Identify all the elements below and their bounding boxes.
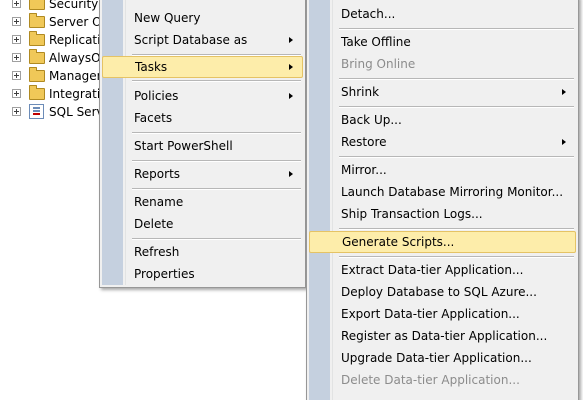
expand-plus-icon[interactable] (12, 35, 21, 44)
tree-node-label: Security (49, 0, 99, 11)
menu-separator (339, 78, 574, 80)
menu-item-tasks[interactable]: Tasks (102, 56, 303, 78)
menu-item-label: Refresh (134, 245, 180, 259)
menu-item-label: Ship Transaction Logs... (341, 207, 483, 221)
menu-item-launch-mirroring-monitor[interactable]: Launch Database Mirroring Monitor... (309, 181, 576, 203)
menu-item-label: Reports (134, 167, 181, 181)
menu-item-label: Generate Scripts... (342, 235, 455, 249)
folder-icon (29, 31, 45, 46)
menu-item-detach[interactable]: Detach... (309, 3, 576, 25)
menu-item-register-data-tier[interactable]: Register as Data-tier Application... (309, 325, 576, 347)
menu-item-label: Delete (134, 217, 174, 231)
menu-item-label: Deploy Database to SQL Azure... (341, 285, 537, 299)
menu-item-label: Export Data-tier Application... (341, 307, 520, 321)
sql-agent-icon (29, 104, 44, 119)
menu-item-rename[interactable]: Rename (102, 191, 303, 213)
expand-plus-icon[interactable] (12, 0, 21, 8)
menu-item-label: Rename (134, 195, 184, 209)
expand-plus-icon[interactable] (12, 107, 21, 116)
menu-item-delete-data-tier: Delete Data-tier Application... (309, 369, 576, 391)
folder-icon (29, 85, 45, 100)
menu-separator (339, 256, 574, 258)
menu-separator (132, 132, 301, 134)
menu-item-extract-data-tier[interactable]: Extract Data-tier Application... (309, 259, 576, 281)
menu-separator (132, 188, 301, 190)
menu-item-label: New Query (134, 11, 201, 25)
menu-item-label: Policies (134, 89, 179, 103)
expand-plus-icon[interactable] (12, 89, 21, 98)
menu-item-label: Shrink (341, 85, 380, 99)
menu-separator (339, 228, 574, 230)
folder-icon (29, 67, 45, 82)
menu-separator (339, 28, 574, 30)
menu-item-label: Properties (134, 267, 195, 281)
menu-item-start-powershell[interactable]: Start PowerShell (102, 135, 303, 157)
menu-item-policies[interactable]: Policies (102, 85, 303, 107)
menu-item-bring-online: Bring Online (309, 53, 576, 75)
menu-item-delete[interactable]: Delete (102, 213, 303, 235)
ssms-window: Security Server Ob Replicatio AlwaysOr M… (0, 0, 583, 400)
menu-separator (132, 80, 301, 82)
menu-item-label: Restore (341, 135, 387, 149)
menu-item-label: Bring Online (341, 57, 416, 71)
menu-item-label: Take Offline (341, 35, 411, 49)
database-context-menu: New Query Script Database as Tasks Polic… (99, 0, 306, 288)
menu-item-take-offline[interactable]: Take Offline (309, 31, 576, 53)
submenu-arrow-icon (562, 139, 566, 145)
menu-item-facets[interactable]: Facets (102, 107, 303, 129)
menu-item-label: Start PowerShell (134, 139, 233, 153)
menu-item-label: Delete Data-tier Application... (341, 373, 520, 387)
menu-item-properties[interactable]: Properties (102, 263, 303, 285)
submenu-arrow-icon (289, 93, 293, 99)
menu-item-mirror[interactable]: Mirror... (309, 159, 576, 181)
submenu-arrow-icon (562, 89, 566, 95)
folder-icon (29, 49, 45, 64)
menu-separator (132, 160, 301, 162)
menu-item-label: Facets (134, 111, 173, 125)
menu-item-label: Upgrade Data-tier Application... (341, 351, 532, 365)
menu-item-deploy-sql-azure[interactable]: Deploy Database to SQL Azure... (309, 281, 576, 303)
menu-separator (132, 238, 301, 240)
menu-item-label: Register as Data-tier Application... (341, 329, 548, 343)
menu-separator (339, 156, 574, 158)
folder-icon (29, 0, 45, 10)
menu-separator (339, 106, 574, 108)
menu-item-restore[interactable]: Restore (309, 131, 576, 153)
submenu-arrow-icon (289, 64, 293, 70)
menu-item-label: Back Up... (341, 113, 402, 127)
menu-item-label: Launch Database Mirroring Monitor... (341, 185, 564, 199)
menu-item-label: Mirror... (341, 163, 387, 177)
submenu-arrow-icon (289, 171, 293, 177)
folder-icon (29, 13, 45, 28)
menu-item-label: Tasks (135, 60, 168, 74)
tasks-submenu: Detach... Take Offline Bring Online Shri… (306, 0, 579, 400)
expand-plus-icon[interactable] (12, 17, 21, 26)
menu-item-script-database-as[interactable]: Script Database as (102, 29, 303, 51)
menu-item-refresh[interactable]: Refresh (102, 241, 303, 263)
menu-item-generate-scripts[interactable]: Generate Scripts... (309, 231, 576, 253)
menu-item-label: Extract Data-tier Application... (341, 263, 524, 277)
menu-item-ship-transaction-logs[interactable]: Ship Transaction Logs... (309, 203, 576, 225)
menu-item-new-query[interactable]: New Query (102, 7, 303, 29)
menu-item-back-up[interactable]: Back Up... (309, 109, 576, 131)
tree-node-label: AlwaysOr (49, 51, 106, 65)
menu-item-upgrade-data-tier[interactable]: Upgrade Data-tier Application... (309, 347, 576, 369)
submenu-arrow-icon (289, 37, 293, 43)
menu-item-label: Script Database as (134, 33, 248, 47)
menu-item-export-data-tier[interactable]: Export Data-tier Application... (309, 303, 576, 325)
menu-item-label: Detach... (341, 7, 396, 21)
expand-plus-icon[interactable] (12, 53, 21, 62)
expand-plus-icon[interactable] (12, 71, 21, 80)
menu-item-reports[interactable]: Reports (102, 163, 303, 185)
menu-item-shrink[interactable]: Shrink (309, 81, 576, 103)
